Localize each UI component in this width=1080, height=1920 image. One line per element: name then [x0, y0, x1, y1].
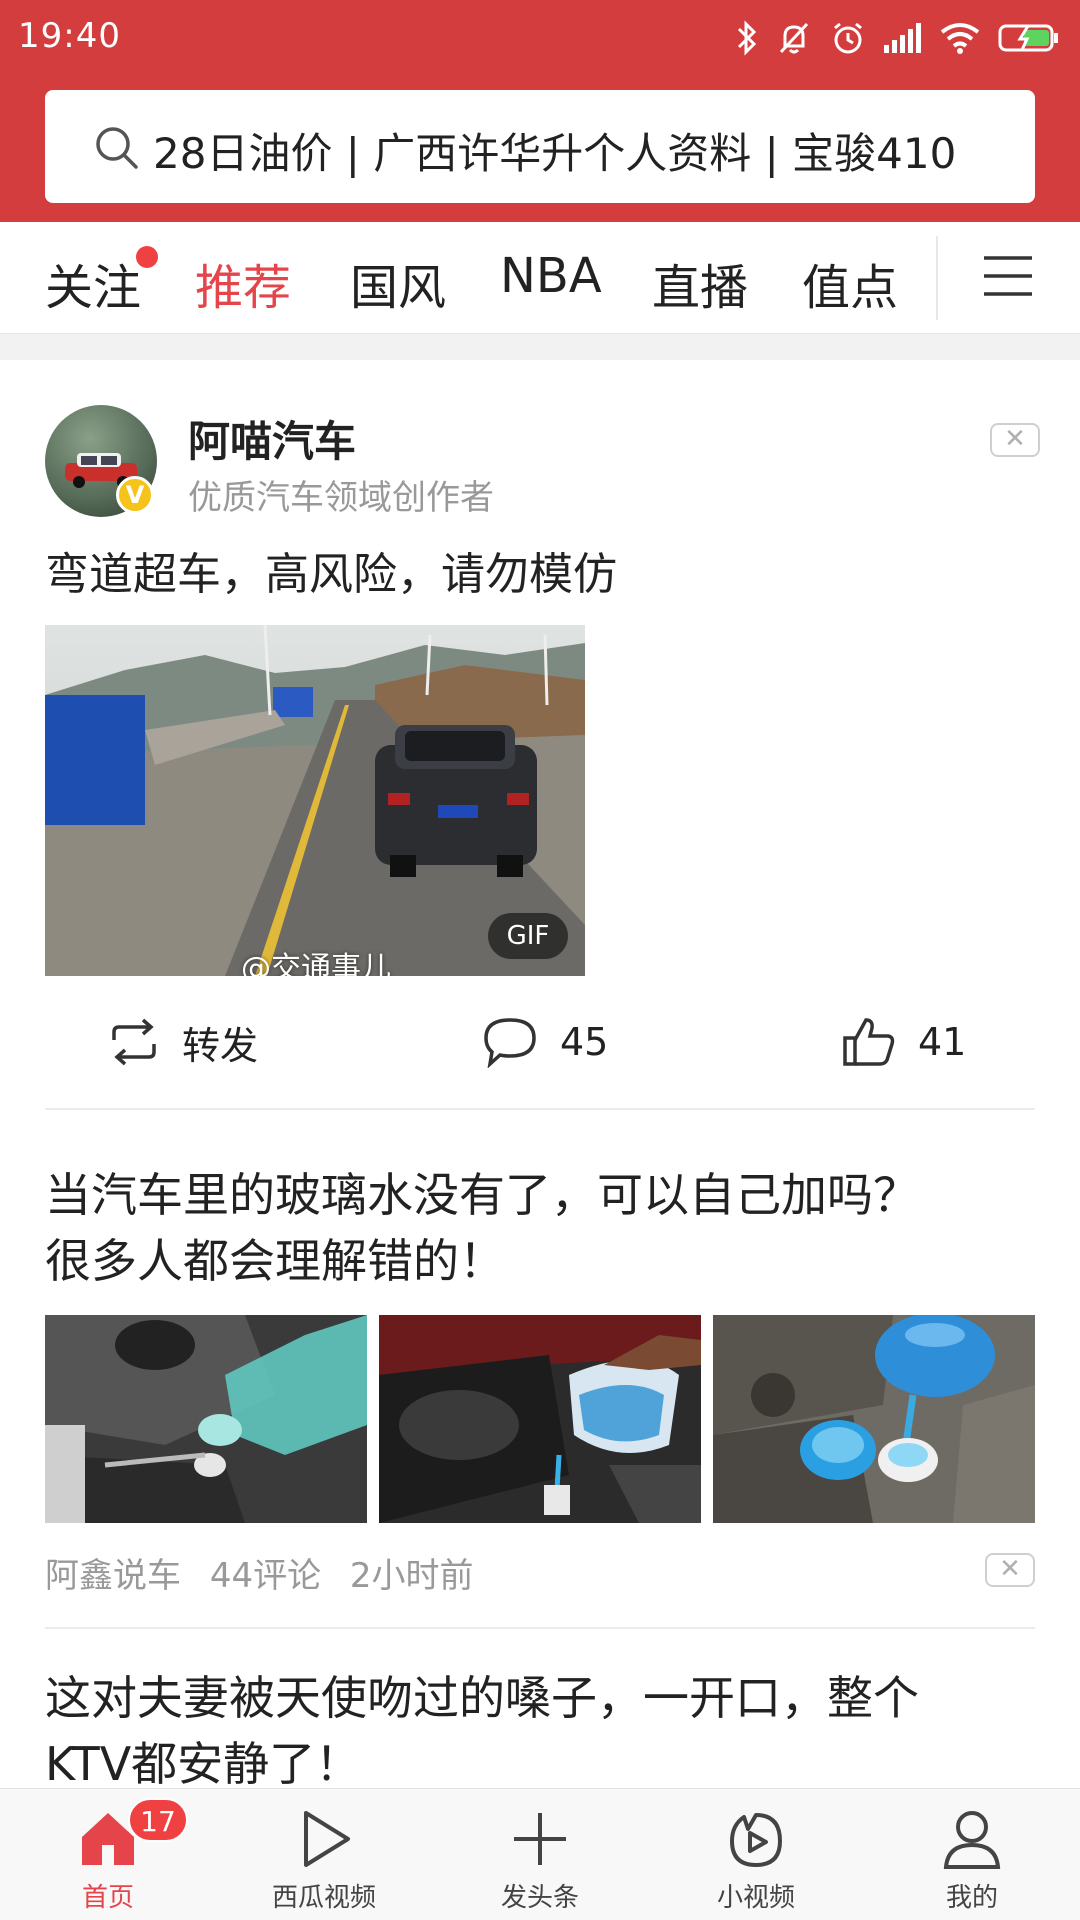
article2-title-line1: 这对夫妻被天使吻过的嗓子，一开口，整个	[45, 1671, 919, 1725]
article-time: 2小时前	[349, 1556, 474, 1596]
like-count: 41	[918, 1020, 967, 1064]
tab-follow[interactable]: 关注	[45, 248, 141, 318]
tab-live[interactable]: 直播	[652, 248, 748, 318]
nav-post[interactable]: 发头条	[450, 1789, 630, 1920]
bluetooth-icon	[737, 20, 757, 56]
status-icons	[736, 18, 1060, 58]
thumbs-up-icon	[843, 1018, 895, 1066]
article-title[interactable]: 当汽车里的玻璃水没有了，可以自己加吗？ 很多人都会理解错的！	[45, 1162, 1045, 1294]
nav-short-video[interactable]: 小视频	[666, 1789, 846, 1920]
comment-button[interactable]: 45	[482, 1012, 608, 1072]
search-icon	[96, 127, 138, 169]
tab-deals[interactable]: 值点	[802, 248, 898, 318]
verified-badge: V	[116, 476, 154, 514]
nav-xigua-video[interactable]: 西瓜视频	[234, 1789, 414, 1920]
wifi-icon	[940, 23, 980, 54]
tab-guofeng[interactable]: 国风	[350, 248, 446, 318]
nav-me[interactable]: 我的	[882, 1789, 1062, 1920]
signal-icon	[884, 23, 921, 53]
post-gif[interactable]: @交通事儿 GIF	[45, 625, 585, 976]
header: 19:40 28日油价 | 广西许华升个人资料 | 宝骏410	[0, 0, 1080, 222]
battery-icon	[998, 24, 1058, 52]
post-text[interactable]: 弯道超车，高风险，请勿模仿	[45, 538, 617, 602]
tabs-divider	[936, 236, 938, 320]
tab-nba[interactable]: NBA	[500, 248, 602, 304]
close-icon: ✕	[1004, 424, 1026, 454]
tabs-fade	[900, 222, 940, 332]
article-title-2[interactable]: 这对夫妻被天使吻过的嗓子，一开口，整个 KTV都安静了！	[45, 1665, 1045, 1797]
channel-tabs: 关注 推荐 国风 NBA 直播 值点	[0, 222, 1080, 334]
washer-fluid-photo-2	[379, 1315, 701, 1523]
dismiss-article-button[interactable]: ✕	[985, 1553, 1035, 1587]
plus-icon	[514, 1813, 566, 1865]
comment-count: 45	[560, 1020, 609, 1064]
alarm-icon	[834, 22, 862, 54]
repost-button[interactable]: 转发	[108, 1012, 258, 1072]
article-meta: 阿鑫说车 44评论 2小时前	[45, 1548, 492, 1597]
article-comment-count: 44评论	[209, 1556, 322, 1596]
nav-me-label: 我的	[945, 1883, 998, 1913]
user-icon	[943, 1811, 1001, 1869]
article-thumbnail-3[interactable]	[713, 1315, 1035, 1523]
repost-label: 转发	[182, 1023, 259, 1068]
nav-short-video-label: 小视频	[716, 1883, 795, 1913]
nav-post-label: 发头条	[500, 1883, 579, 1913]
author-description: 优质汽车领域创作者	[188, 478, 494, 518]
close-icon: ✕	[999, 1554, 1021, 1584]
gif-badge: GIF	[488, 913, 568, 959]
unread-dot	[136, 246, 158, 268]
search-query-text[interactable]: 28日油价 | 广西许华升个人资料 | 宝骏410	[153, 120, 956, 181]
section-gap	[0, 334, 1080, 360]
repost-icon	[112, 1018, 156, 1066]
article-source[interactable]: 阿鑫说车	[45, 1556, 181, 1596]
short-video-icon	[730, 1813, 782, 1867]
tab-recommended[interactable]: 推荐	[195, 248, 291, 318]
status-bar: 19:40	[0, 0, 1080, 75]
nav-xigua-video-label: 西瓜视频	[271, 1883, 376, 1913]
author-name[interactable]: 阿喵汽车	[188, 408, 356, 469]
article-thumbnail-2[interactable]	[379, 1315, 701, 1523]
feed-divider	[45, 1108, 1035, 1110]
menu-icon[interactable]	[982, 254, 1034, 298]
gif-watermark: @交通事儿	[241, 951, 391, 976]
nav-home-label: 首页	[81, 1883, 134, 1913]
feed-divider	[45, 1627, 1035, 1629]
washer-fluid-photo-1	[45, 1315, 367, 1523]
comment-icon	[484, 1018, 536, 1068]
article-thumbnail-1[interactable]	[45, 1315, 367, 1523]
home-badge: 17	[128, 1798, 188, 1842]
dismiss-post-button[interactable]: ✕	[990, 423, 1040, 457]
search-bar[interactable]: 28日油价 | 广西许华升个人资料 | 宝骏410	[45, 90, 1035, 203]
mute-bell-icon	[779, 22, 809, 54]
article-title-line1: 当汽车里的玻璃水没有了，可以自己加吗？	[45, 1168, 919, 1222]
like-button[interactable]: 41	[842, 1012, 966, 1072]
article-title-line2: 很多人都会理解错的！	[45, 1234, 505, 1288]
play-icon	[304, 1811, 350, 1867]
status-time: 19:40	[18, 16, 121, 56]
washer-fluid-photo-3	[713, 1315, 1035, 1523]
